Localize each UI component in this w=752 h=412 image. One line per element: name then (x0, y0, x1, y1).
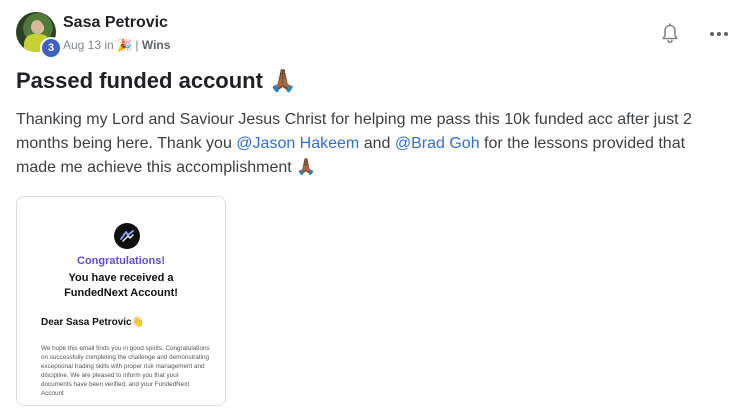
post-date[interactable]: Aug 13 (63, 38, 101, 52)
party-popper-icon: 🎉 (117, 38, 133, 52)
more-horizontal-icon[interactable] (710, 32, 728, 36)
post-body: Thanking my Lord and Saviour Jesus Chris… (16, 108, 728, 180)
bell-icon[interactable] (658, 22, 682, 46)
post-meta: Aug 13 in 🎉 | Wins (63, 38, 170, 52)
congrats-heading: Congratulations! (77, 255, 165, 267)
body-text-2: and (359, 135, 395, 152)
meta-separator: | (135, 38, 139, 52)
post-header: 3 Sasa Petrovic Aug 13 in 🎉 | Wins (16, 12, 736, 59)
avatar-head (31, 20, 43, 34)
level-badge: 3 (40, 37, 62, 59)
in-label: in (104, 38, 114, 52)
mention-jason-hakeem[interactable]: @Jason Hakeem (236, 135, 359, 152)
mention-brad-goh[interactable]: @Brad Goh (395, 135, 480, 152)
attachment-image[interactable]: Congratulations! You have received a Fun… (16, 196, 226, 406)
category-link[interactable]: Wins (142, 38, 171, 52)
author-name[interactable]: Sasa Petrovic (63, 14, 168, 32)
email-greeting: Dear Sasa Petrovic👋 (41, 317, 145, 328)
email-body-text: We hope this email finds you in good spi… (41, 345, 210, 397)
post-title: Passed funded account 🙏🏾 (16, 68, 297, 93)
fundednext-logo-icon (114, 223, 140, 249)
received-message: You have received a FundedNext Account! (64, 272, 178, 299)
email-screenshot: Congratulations! You have received a Fun… (17, 197, 225, 405)
